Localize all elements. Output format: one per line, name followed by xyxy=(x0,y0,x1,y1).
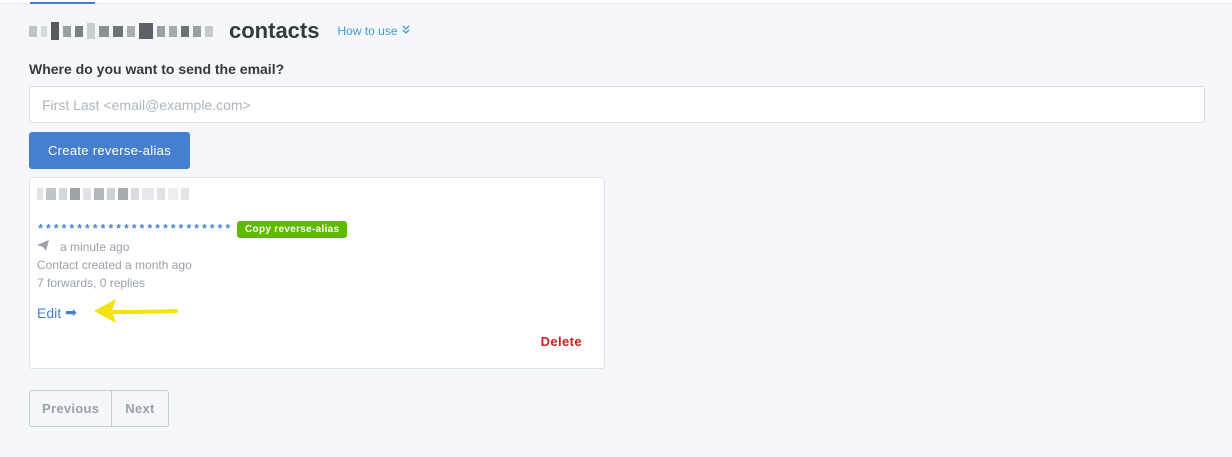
destination-email-input[interactable] xyxy=(29,86,1205,123)
blurred-alias-name xyxy=(29,22,213,40)
paper-plane-icon xyxy=(37,240,50,254)
page-title: contacts xyxy=(229,18,320,43)
previous-page-button[interactable]: Previous xyxy=(29,390,112,427)
pagination: Previous Next xyxy=(29,390,169,427)
edit-contact-link[interactable]: Edit ➡ xyxy=(37,304,77,321)
top-nav-bar xyxy=(0,0,1232,4)
edit-label: Edit xyxy=(37,304,62,321)
yellow-annotation-arrow-icon xyxy=(94,299,178,323)
page-header: contacts How to use xyxy=(29,15,410,47)
arrow-right-icon: ➡ xyxy=(65,304,77,320)
next-page-button[interactable]: Next xyxy=(112,390,169,427)
last-email-text: a minute ago xyxy=(60,240,130,254)
double-chevron-down-icon xyxy=(402,25,410,37)
how-to-use-label: How to use xyxy=(337,24,398,38)
contact-created-text: Contact created a month ago xyxy=(37,258,192,272)
reverse-alias-value: ************************* xyxy=(37,222,233,237)
blurred-contact-name xyxy=(37,188,189,200)
send-email-label: Where do you want to send the email? xyxy=(29,61,285,77)
reverse-alias-row: ************************* Copy reverse-a… xyxy=(37,221,348,238)
create-reverse-alias-button[interactable]: Create reverse-alias xyxy=(29,132,190,169)
active-nav-indicator xyxy=(30,0,95,4)
last-email-time: a minute ago xyxy=(37,240,129,254)
contact-stats-text: 7 forwards, 0 replies xyxy=(37,276,146,290)
delete-contact-link[interactable]: Delete xyxy=(541,334,582,349)
copy-reverse-alias-button[interactable]: Copy reverse-alias xyxy=(237,221,348,238)
contact-card: ************************* Copy reverse-a… xyxy=(29,177,605,369)
how-to-use-link[interactable]: How to use xyxy=(337,24,409,38)
